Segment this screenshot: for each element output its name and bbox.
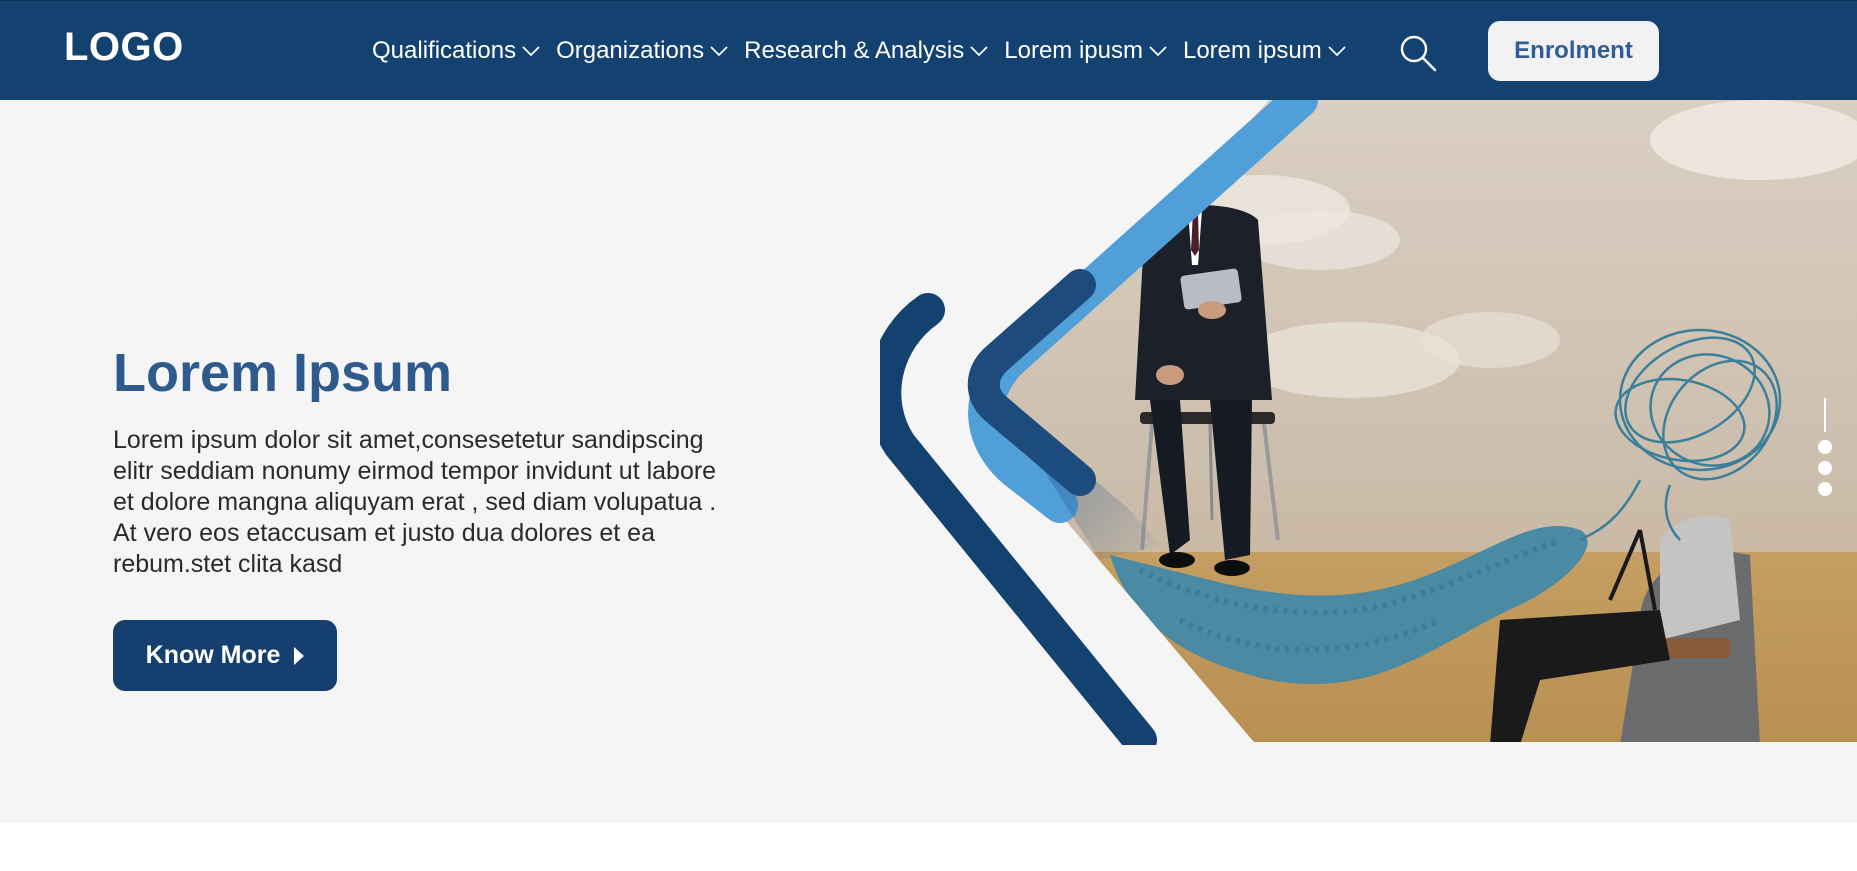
chevron-down-icon <box>970 46 988 57</box>
chevron-down-icon <box>710 46 728 57</box>
site-header: LOGO Qualifications Organizations Resear… <box>0 0 1857 100</box>
chevron-down-icon <box>1328 46 1346 57</box>
nav-item-lorem-ipsum[interactable]: Lorem ipsum <box>1183 37 1348 65</box>
hero-illustration <box>880 100 1857 745</box>
nav-item-organizations[interactable]: Organizations <box>556 37 730 65</box>
nav-item-research-analysis[interactable]: Research & Analysis <box>744 37 990 65</box>
hero-title: Lorem Ipsum <box>113 343 453 403</box>
slider-pagination <box>1816 398 1834 598</box>
main-nav: Qualifications Organizations Research & … <box>372 37 1362 65</box>
hero-description: Lorem ipsum dolor sit amet,consesetetur … <box>113 425 763 580</box>
nav-item-label: Lorem ipsum <box>1182 37 1322 64</box>
hero-section: Lorem Ipsum Lorem ipsum dolor sit amet,c… <box>0 100 1857 823</box>
search-icon[interactable] <box>1398 33 1438 73</box>
nav-item-lorem-ipusm[interactable]: Lorem ipusm <box>1004 37 1169 65</box>
logo[interactable]: LOGO <box>64 25 184 70</box>
hero-description-line: et dolore mangna aliquyam erat , sed dia… <box>113 488 717 516</box>
nav-item-label: Research & Analysis <box>744 37 965 64</box>
hero-description-line: At vero eos etaccusam et justo dua dolor… <box>113 519 655 547</box>
nav-item-label: Lorem ipusm <box>1004 37 1143 64</box>
hero-description-line: elitr seddiam nonumy eirmod tempor invid… <box>113 457 717 485</box>
nav-item-label: Qualifications <box>372 37 517 64</box>
know-more-label: Know More <box>145 641 281 669</box>
know-more-button[interactable]: Know More <box>113 620 337 691</box>
caret-right-icon <box>294 646 305 665</box>
chevron-down-icon <box>522 46 540 57</box>
enrolment-button[interactable]: Enrolment <box>1488 21 1659 81</box>
slider-dot[interactable] <box>1818 482 1832 496</box>
slider-dot[interactable] <box>1818 461 1832 475</box>
nav-item-qualifications[interactable]: Qualifications <box>372 37 542 65</box>
slider-dot[interactable] <box>1818 440 1832 454</box>
slider-active-indicator <box>1824 398 1826 432</box>
chevron-down-icon <box>1149 46 1167 57</box>
page: LOGO Qualifications Organizations Resear… <box>0 0 1857 871</box>
hero-description-line: rebum.stet clita kasd <box>113 550 343 578</box>
nav-item-label: Organizations <box>556 37 705 64</box>
hero-description-line: Lorem ipsum dolor sit amet,consesetetur … <box>113 426 704 454</box>
